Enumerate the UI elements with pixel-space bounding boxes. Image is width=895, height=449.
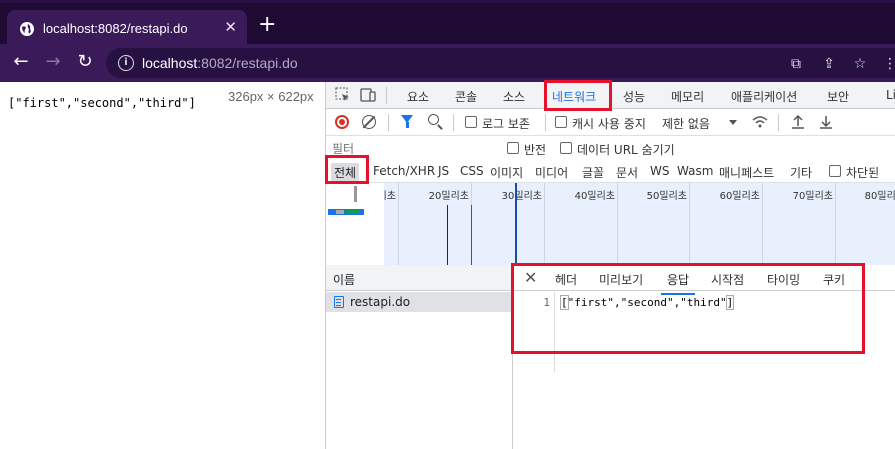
request-name: restapi.do — [350, 295, 411, 309]
type-filter-media[interactable]: 미디어 — [532, 163, 571, 182]
url-text[interactable]: localhost:8082/restapi.do — [142, 55, 298, 71]
invert-checkbox[interactable] — [507, 142, 519, 154]
network-overview-timeline[interactable]: 10밀리초 20밀리초 30밀리초 40밀리초 50밀리초 60밀리초 70밀리… — [326, 183, 895, 265]
back-arrow-icon[interactable]: ← — [10, 52, 32, 72]
type-filter-ws[interactable]: WS — [647, 163, 672, 179]
viewport-size-label: 326px × 622px — [228, 89, 314, 104]
clear-icon[interactable] — [362, 115, 376, 129]
reload-icon[interactable]: ↻ — [74, 52, 96, 72]
blocked-cookies-checkbox[interactable] — [829, 165, 841, 177]
page-body-text: ["first","second","third"] — [8, 96, 196, 110]
bookmark-star-icon[interactable]: ☆ — [851, 55, 869, 73]
timeline-tick-label: 20밀리초 — [428, 191, 469, 202]
site-info-icon[interactable]: i — [118, 55, 134, 71]
timeline-tick-label: 40밀리초 — [574, 191, 615, 202]
dom-content-loaded-line — [447, 205, 448, 265]
filter-funnel-icon[interactable] — [401, 115, 413, 128]
tab-sources[interactable]: 소스 — [503, 88, 525, 105]
translate-icon[interactable]: ⧉ — [787, 55, 805, 73]
type-filter-fetch-xhr[interactable]: Fetch/XHR — [370, 163, 438, 179]
name-column-header[interactable]: 이름 — [326, 265, 513, 291]
address-bar[interactable]: i localhost:8082/restapi.do ⧉ ⇪ ☆ ⋮ — [106, 48, 895, 78]
highlight-response-panel — [511, 263, 865, 354]
browser-toolbar: ← → ↻ i localhost:8082/restapi.do ⧉ ⇪ ☆ … — [0, 44, 895, 82]
browser-tab[interactable]: localhost:8082/restapi.do ✕ — [7, 10, 247, 47]
request-row[interactable]: restapi.do — [326, 292, 512, 312]
disable-cache-checkbox[interactable] — [555, 116, 567, 128]
forward-arrow-icon[interactable]: → — [42, 52, 64, 72]
timeline-tick-label: 70밀리초 — [792, 191, 833, 202]
record-icon[interactable] — [335, 115, 349, 129]
tab-lighthouse[interactable]: Li — [886, 88, 895, 102]
share-icon[interactable]: ⇪ — [820, 55, 838, 73]
inspect-element-icon[interactable] — [335, 87, 351, 103]
tab-performance[interactable]: 성능 — [623, 88, 645, 105]
request-list: 이름 restapi.do — [326, 265, 513, 449]
search-icon[interactable] — [428, 114, 439, 125]
type-filter-manifest[interactable]: 매니페스트 — [716, 163, 777, 182]
device-toolbar-icon[interactable] — [360, 87, 376, 103]
export-har-icon[interactable] — [818, 114, 834, 130]
highlight-all-filter — [325, 155, 369, 184]
more-menu-icon[interactable]: ⋮ — [881, 55, 895, 73]
timeline-tick-label: 60밀리초 — [719, 191, 760, 202]
import-har-icon[interactable] — [790, 114, 806, 130]
document-icon — [334, 296, 344, 308]
network-toolbar: 로그 보존 캐시 사용 중지 제한 없음 — [326, 109, 895, 136]
type-filter-css[interactable]: CSS — [457, 163, 487, 179]
type-filter-font[interactable]: 글꼴 — [579, 163, 607, 182]
timeline-tick-label: 80밀리초 — [864, 191, 895, 202]
tab-title: localhost:8082/restapi.do — [43, 21, 188, 36]
filter-row: 반전 데이터 URL 숨기기 — [326, 136, 895, 160]
type-filter-other[interactable]: 기타 — [787, 163, 815, 182]
preserve-log-label: 로그 보존 — [482, 117, 530, 131]
tab-console[interactable]: 콘솔 — [455, 88, 477, 105]
hide-data-urls-checkbox[interactable] — [560, 142, 572, 154]
disable-cache-label: 캐시 사용 중지 — [572, 117, 646, 131]
tab-application[interactable]: 애플리케이션 — [731, 88, 797, 105]
preserve-log-checkbox[interactable] — [465, 116, 477, 128]
type-filter-doc[interactable]: 문서 — [613, 163, 641, 182]
tab-close-icon[interactable]: ✕ — [224, 18, 237, 36]
throttling-select[interactable]: 제한 없음 — [662, 115, 710, 132]
tab-strip: localhost:8082/restapi.do ✕ + — [0, 0, 895, 47]
timeline-tick-label: 50밀리초 — [646, 191, 687, 202]
globe-icon — [20, 22, 34, 36]
type-filter-wasm[interactable]: Wasm — [674, 163, 716, 179]
invert-label: 반전 — [524, 143, 547, 157]
timeline-tick-label: 30밀리초 — [501, 191, 542, 202]
type-filter-image[interactable]: 이미지 — [487, 163, 526, 182]
chevron-down-icon[interactable] — [729, 120, 737, 125]
network-conditions-icon[interactable] — [752, 114, 768, 130]
type-filter-js[interactable]: JS — [435, 163, 452, 179]
tab-memory[interactable]: 메모리 — [671, 88, 704, 105]
timeline-cursor — [515, 183, 517, 265]
tab-elements[interactable]: 요소 — [407, 88, 429, 105]
new-tab-button[interactable]: + — [258, 14, 276, 36]
tab-security[interactable]: 보안 — [827, 88, 849, 105]
load-event-line — [471, 205, 472, 265]
hide-data-urls-label: 데이터 URL 숨기기 — [577, 143, 675, 157]
highlight-network-tab — [544, 80, 612, 111]
resource-type-filters: 전체 Fetch/XHR JS CSS 이미지 미디어 글꼴 문서 WS Was… — [326, 160, 895, 197]
